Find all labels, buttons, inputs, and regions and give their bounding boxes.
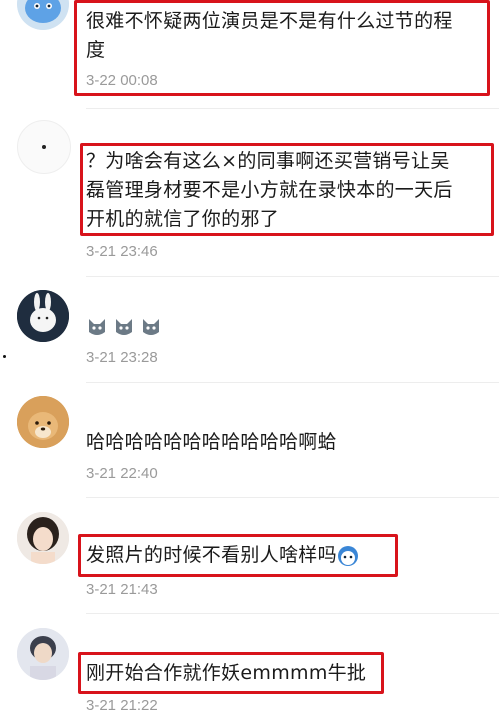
person-portrait-icon [17,628,69,680]
girl-portrait-icon [17,512,69,564]
avatar[interactable] [17,396,69,448]
cat-face-emoji [140,316,162,338]
comment-line: 开机的就信了你的邪了 [86,208,280,230]
comment-timestamp: 3-21 23:28 [86,349,158,366]
comment-text: 刚开始合作就作妖emmmm牛批 [86,662,367,684]
comment-text: 发照片的时候不看别人啥样吗 [86,541,359,570]
comment-text: 很难不怀疑两位演员是不是有什么过节的程 度 [86,7,486,65]
comment-timestamp: 3-22 00:08 [86,72,158,89]
comment-line: 度 [86,39,106,61]
avatar[interactable] [17,120,71,174]
divider [86,382,499,383]
comment-timestamp: 3-21 21:43 [86,581,158,598]
divider [86,276,499,277]
avatar[interactable] [17,0,69,30]
comment-timestamp: 3-21 22:40 [86,465,158,482]
comment-timestamp: 3-21 21:22 [86,697,158,714]
emoji-row [86,316,162,338]
comment-line: 很难不怀疑两位演员是不是有什么过节的程 [86,10,453,32]
comment-text: ？为啥会有这么×的同事啊还买营销号让吴 磊管理身材要不是小方就在录快本的一天后 … [86,147,491,234]
divider [86,497,499,498]
blue-cartoon-icon [17,0,69,30]
shiba-dog-icon [17,396,69,448]
comment-line: 磊管理身材要不是小方就在录快本的一天后 [86,179,453,201]
divider [86,613,499,614]
dot-icon [42,145,46,149]
cat-face-emoji [86,316,108,338]
divider [86,108,499,109]
comment-line: 发照片的时候不看别人啥样吗 [86,544,337,566]
avatar[interactable] [17,290,69,342]
comment-timestamp: 3-21 23:46 [86,243,158,260]
comment-line: ？为啥会有这么×的同事啊还买营销号让吴 [86,150,450,172]
comment-text: 哈哈哈哈哈哈哈哈哈哈哈啊蛤 [86,431,337,453]
dot-mark [3,355,6,358]
white-rabbit-icon [17,290,69,342]
blue-face-emoji [337,545,359,567]
avatar[interactable] [17,628,69,680]
avatar[interactable] [17,512,69,564]
cat-face-emoji [113,316,135,338]
